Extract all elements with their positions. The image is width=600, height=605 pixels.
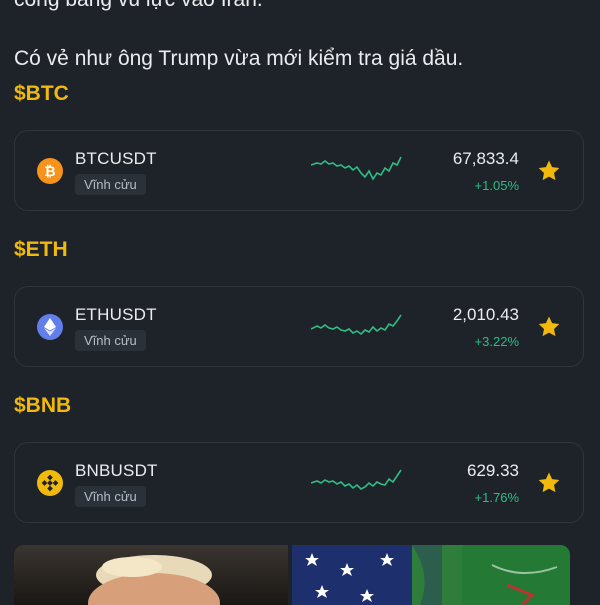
ethereum-icon bbox=[37, 314, 63, 340]
last-price: 2,010.43 bbox=[452, 305, 519, 324]
last-price: 67,833.4 bbox=[452, 149, 519, 168]
price-sparkline bbox=[311, 314, 402, 336]
contract-type-badge: Vĩnh cửu bbox=[75, 330, 146, 351]
star-icon[interactable] bbox=[537, 159, 561, 183]
contract-type-badge: Vĩnh cửu bbox=[75, 486, 146, 507]
price-sparkline bbox=[311, 156, 402, 181]
price-change: +3.22% bbox=[474, 334, 519, 349]
hashtag-bnb[interactable]: $BNB bbox=[14, 394, 71, 418]
bnb-icon bbox=[37, 470, 63, 496]
star-icon[interactable] bbox=[537, 315, 561, 339]
coin-symbol: BNBUSDT bbox=[75, 461, 158, 480]
post-image-flags[interactable] bbox=[292, 545, 570, 605]
last-price: 629.33 bbox=[467, 461, 519, 480]
hashtag-btc[interactable]: $BTC bbox=[14, 82, 69, 106]
price-change: +1.76% bbox=[474, 490, 519, 505]
post-image-gallery[interactable] bbox=[14, 545, 570, 605]
bitcoin-icon: ₿ bbox=[37, 158, 63, 184]
star-icon[interactable] bbox=[537, 471, 561, 495]
coin-card-btc[interactable]: ₿ BTCUSDT Vĩnh cửu 67,833.4 +1.05% bbox=[14, 130, 584, 211]
coin-card-bnb[interactable]: BNBUSDT Vĩnh cửu 629.33 +1.76% bbox=[14, 442, 584, 523]
post-image-portrait[interactable] bbox=[14, 545, 288, 605]
post-text-line-1: công bằng vũ lực vào Iran. bbox=[14, 0, 586, 13]
hashtag-eth[interactable]: $ETH bbox=[14, 238, 68, 262]
contract-type-badge: Vĩnh cửu bbox=[75, 174, 146, 195]
price-change: +1.05% bbox=[474, 178, 519, 193]
svg-text:₿: ₿ bbox=[44, 164, 55, 179]
price-sparkline bbox=[311, 469, 402, 490]
coin-symbol: BTCUSDT bbox=[75, 149, 157, 168]
coin-card-eth[interactable]: ETHUSDT Vĩnh cửu 2,010.43 +3.22% bbox=[14, 286, 584, 367]
coin-symbol: ETHUSDT bbox=[75, 305, 157, 324]
post-text-line-2: Có vẻ như ông Trump vừa mới kiểm tra giá… bbox=[14, 47, 464, 70]
